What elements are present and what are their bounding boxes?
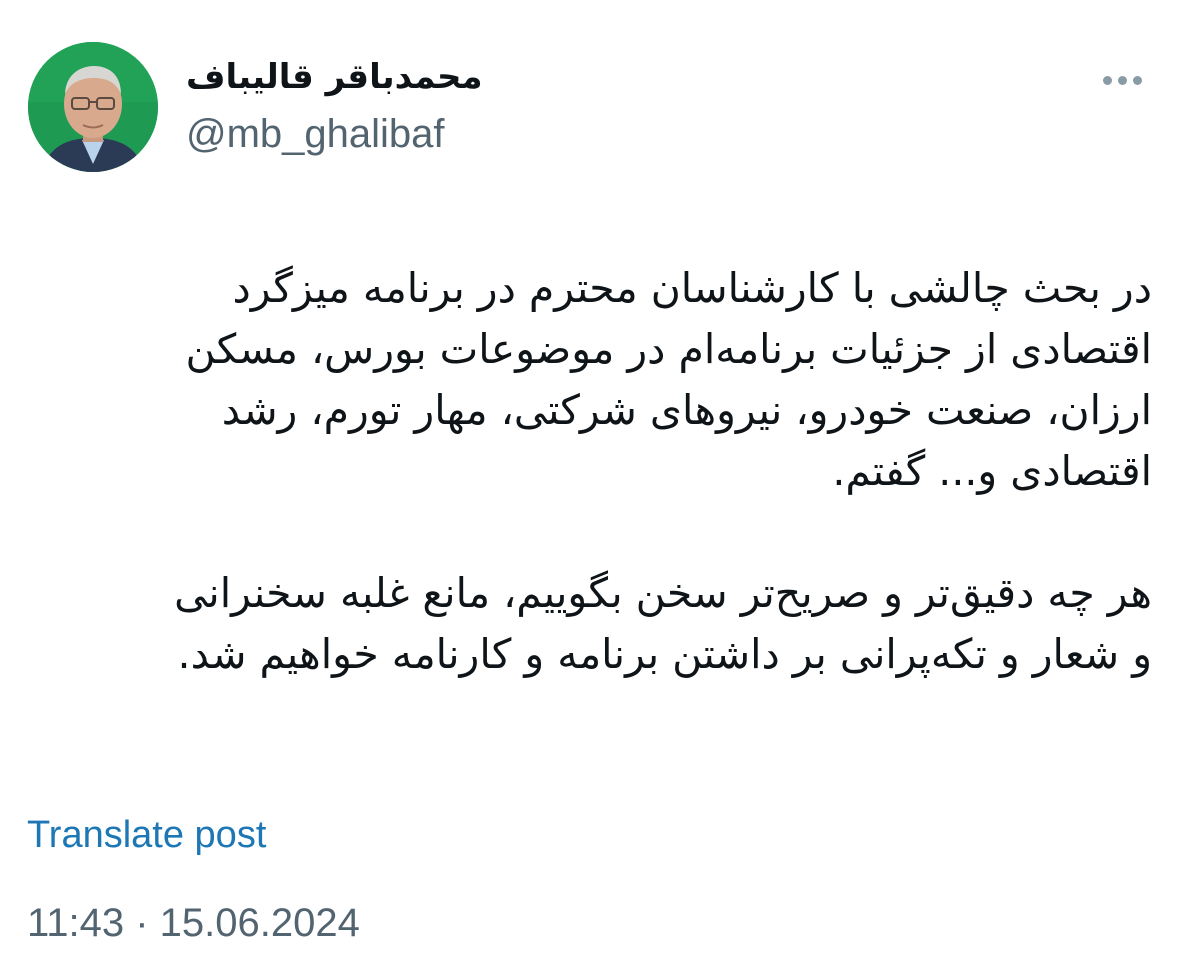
post-text-line: هر چه دقیق‌تر و صریح‌تر سخن بگوییم، مانع… <box>174 569 1152 617</box>
post-text-line: در بحث چالشی با کارشناسان محترم در برنام… <box>232 264 1152 312</box>
more-horizontal-icon-dot <box>1117 75 1127 85</box>
avatar[interactable] <box>28 42 158 172</box>
post-text-line: اقتصادی از جزئیات برنامه‌ام در موضوعات ب… <box>185 325 1152 373</box>
post-text-line: و شعار و تکه‌پرانی بر داشتن برنامه و کار… <box>177 630 1152 678</box>
post-text-line: ارزان، صنعت خودرو، نیروهای شرکتی، مهار ت… <box>221 386 1152 434</box>
author-handle[interactable]: @mb_ghalibaf <box>186 110 445 158</box>
translate-post-link[interactable]: Translate post <box>27 812 266 858</box>
avatar-photo <box>28 42 158 172</box>
more-options-button[interactable] <box>1092 62 1152 98</box>
more-horizontal-icon-dot <box>1132 75 1142 85</box>
more-horizontal-icon <box>1102 75 1112 85</box>
post-timestamp[interactable]: 11:43 · 15.06.2024 <box>27 898 360 948</box>
author-display-name[interactable]: محمدباقر قالیباف <box>186 52 516 102</box>
post-text-line: اقتصادی و... گفتم. <box>832 447 1152 495</box>
post-text: در بحث چالشی با کارشناسان محترم در برنام… <box>24 258 1152 685</box>
